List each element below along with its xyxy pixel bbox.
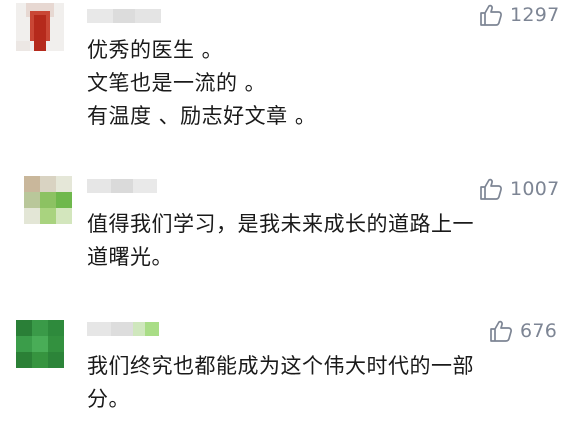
comment-item: 1297 优秀的医生 。 文笔也是一流的 。 有温度 、励志好文章 。	[0, 0, 579, 150]
avatar[interactable]	[16, 3, 64, 51]
comment-item: 676 我们终究也都能成为这个伟大时代的一部 分。	[0, 310, 579, 421]
avatar[interactable]	[24, 176, 72, 224]
username[interactable]	[87, 179, 157, 193]
username[interactable]	[87, 9, 161, 23]
thumbs-up-icon	[490, 320, 512, 342]
like-button[interactable]: 1007	[479, 178, 560, 200]
thumbs-up-icon	[480, 4, 502, 26]
comment-text: 优秀的医生 。 文笔也是一流的 。 有温度 、励志好文章 。	[87, 38, 317, 128]
comment-list: 1297 优秀的医生 。 文笔也是一流的 。 有温度 、励志好文章 。 1007…	[0, 0, 579, 421]
username[interactable]	[87, 322, 159, 336]
like-button[interactable]: 676	[489, 320, 557, 342]
comment-text: 我们终究也都能成为这个伟大时代的一部 分。	[87, 354, 474, 411]
comment-item: 1007 值得我们学习，是我未来成长的道路上一 道曙光。	[0, 168, 579, 288]
avatar[interactable]	[16, 320, 64, 368]
like-count: 676	[520, 320, 558, 342]
like-count: 1007	[510, 178, 560, 200]
like-count: 1297	[510, 4, 560, 26]
comment-text: 值得我们学习，是我未来成长的道路上一 道曙光。	[87, 212, 474, 269]
thumbs-up-icon	[480, 178, 502, 200]
like-button[interactable]: 1297	[479, 4, 560, 26]
